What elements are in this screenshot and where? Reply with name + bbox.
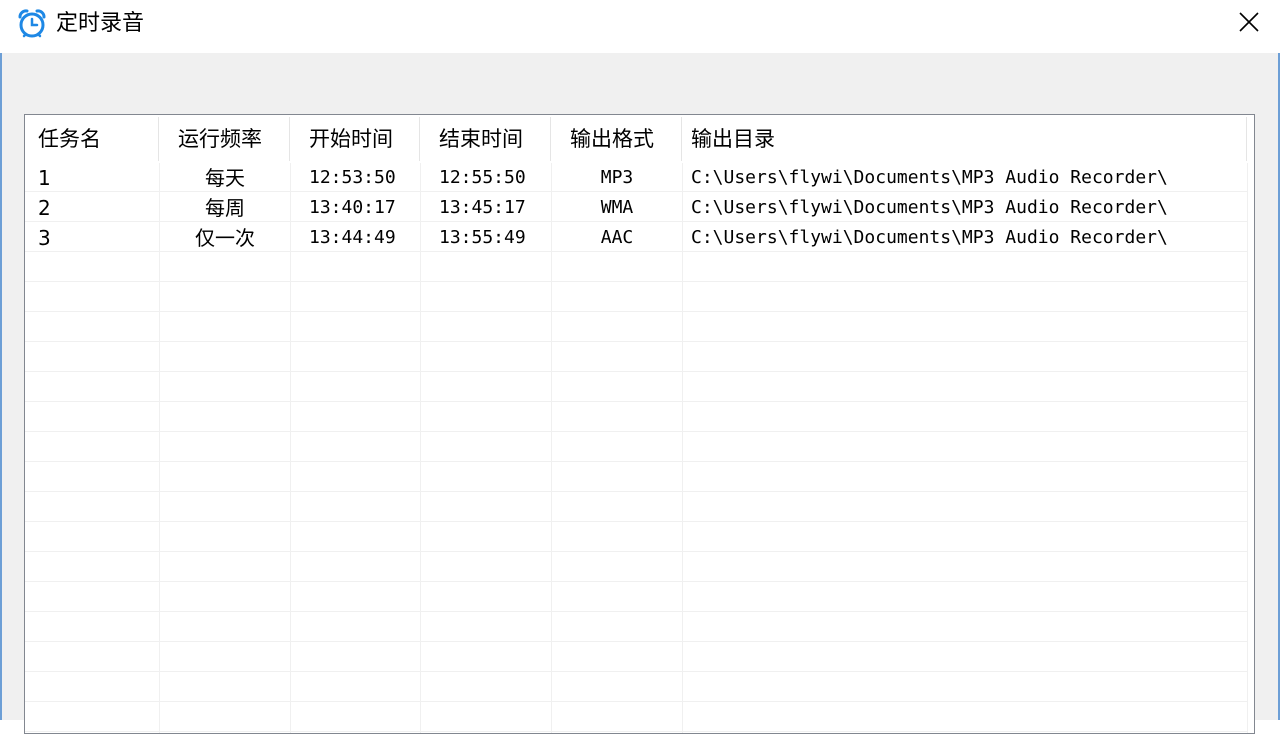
cell-output-dir: C:\Users\flywi\Documents\MP3 Audio Recor… [691, 197, 1168, 218]
cell-frequency: 仅一次 [195, 226, 255, 250]
cell-task-name: 3 [38, 226, 51, 250]
table-row[interactable]: 1 每天 12:53:50 12:55:50 MP3 C:\Users\flyw… [25, 163, 1254, 193]
alarm-clock-icon [16, 8, 48, 40]
scheduled-recording-window: 定时录音 任务名 运行频率 开始时间 结束时间 输出格式 输出目录 1 每天 1… [0, 0, 1280, 734]
cell-start-time: 13:44:49 [309, 227, 396, 248]
cell-end-time: 13:45:17 [439, 197, 526, 218]
cell-end-time: 12:55:50 [439, 167, 526, 188]
task-list[interactable]: 任务名 运行频率 开始时间 结束时间 输出格式 输出目录 1 每天 12:53:… [24, 114, 1255, 734]
cell-output-dir: C:\Users\flywi\Documents\MP3 Audio Recor… [691, 227, 1168, 248]
grid-line [25, 371, 1247, 372]
window-border-left [0, 53, 2, 720]
column-divider[interactable] [158, 117, 159, 161]
grid-line [25, 551, 1247, 552]
grid-line [25, 731, 1247, 732]
column-header-frequency[interactable]: 运行频率 [178, 115, 262, 163]
column-header-output-dir[interactable]: 输出目录 [691, 115, 775, 163]
cell-task-name: 1 [38, 166, 51, 190]
cell-frequency: 每天 [205, 166, 245, 190]
cell-frequency: 每周 [205, 196, 245, 220]
grid-line [25, 581, 1247, 582]
grid-line [25, 221, 1247, 222]
grid-line [25, 461, 1247, 462]
grid-line [25, 521, 1247, 522]
column-header-end-time[interactable]: 结束时间 [439, 115, 523, 163]
cell-start-time: 12:53:50 [309, 167, 396, 188]
grid-line [25, 431, 1247, 432]
grid-line [25, 491, 1247, 492]
cell-output-format: AAC [600, 227, 634, 248]
grid-line [25, 671, 1247, 672]
column-divider[interactable] [289, 117, 290, 161]
column-divider[interactable] [1246, 117, 1247, 161]
grid-line [25, 611, 1247, 612]
table-row[interactable]: 2 每周 13:40:17 13:45:17 WMA C:\Users\flyw… [25, 193, 1254, 223]
cell-output-format: WMA [600, 197, 634, 218]
column-divider[interactable] [681, 117, 682, 161]
grid-line [25, 341, 1247, 342]
cell-task-name: 2 [38, 196, 51, 220]
grid-line [25, 641, 1247, 642]
close-button[interactable] [1226, 4, 1272, 44]
cell-start-time: 13:40:17 [309, 197, 396, 218]
column-header-start-time[interactable]: 开始时间 [309, 115, 393, 163]
column-header-task-name[interactable]: 任务名 [38, 115, 101, 163]
column-divider[interactable] [419, 117, 420, 161]
column-divider[interactable] [550, 117, 551, 161]
grid-line [25, 281, 1247, 282]
grid-line [25, 251, 1247, 252]
close-icon [1239, 12, 1259, 36]
cell-end-time: 13:55:49 [439, 227, 526, 248]
cell-output-dir: C:\Users\flywi\Documents\MP3 Audio Recor… [691, 167, 1168, 188]
grid-line [25, 311, 1247, 312]
grid-line [25, 701, 1247, 702]
cell-output-format: MP3 [600, 167, 634, 188]
table-row[interactable]: 3 仅一次 13:44:49 13:55:49 AAC C:\Users\fly… [25, 223, 1254, 253]
grid-line [25, 401, 1247, 402]
window-title: 定时录音 [56, 11, 145, 36]
column-header-output-format[interactable]: 输出格式 [570, 115, 654, 163]
grid-line [25, 191, 1247, 192]
title-bar[interactable]: 定时录音 [0, 0, 1280, 53]
task-list-header: 任务名 运行频率 开始时间 结束时间 输出格式 输出目录 [25, 115, 1254, 163]
